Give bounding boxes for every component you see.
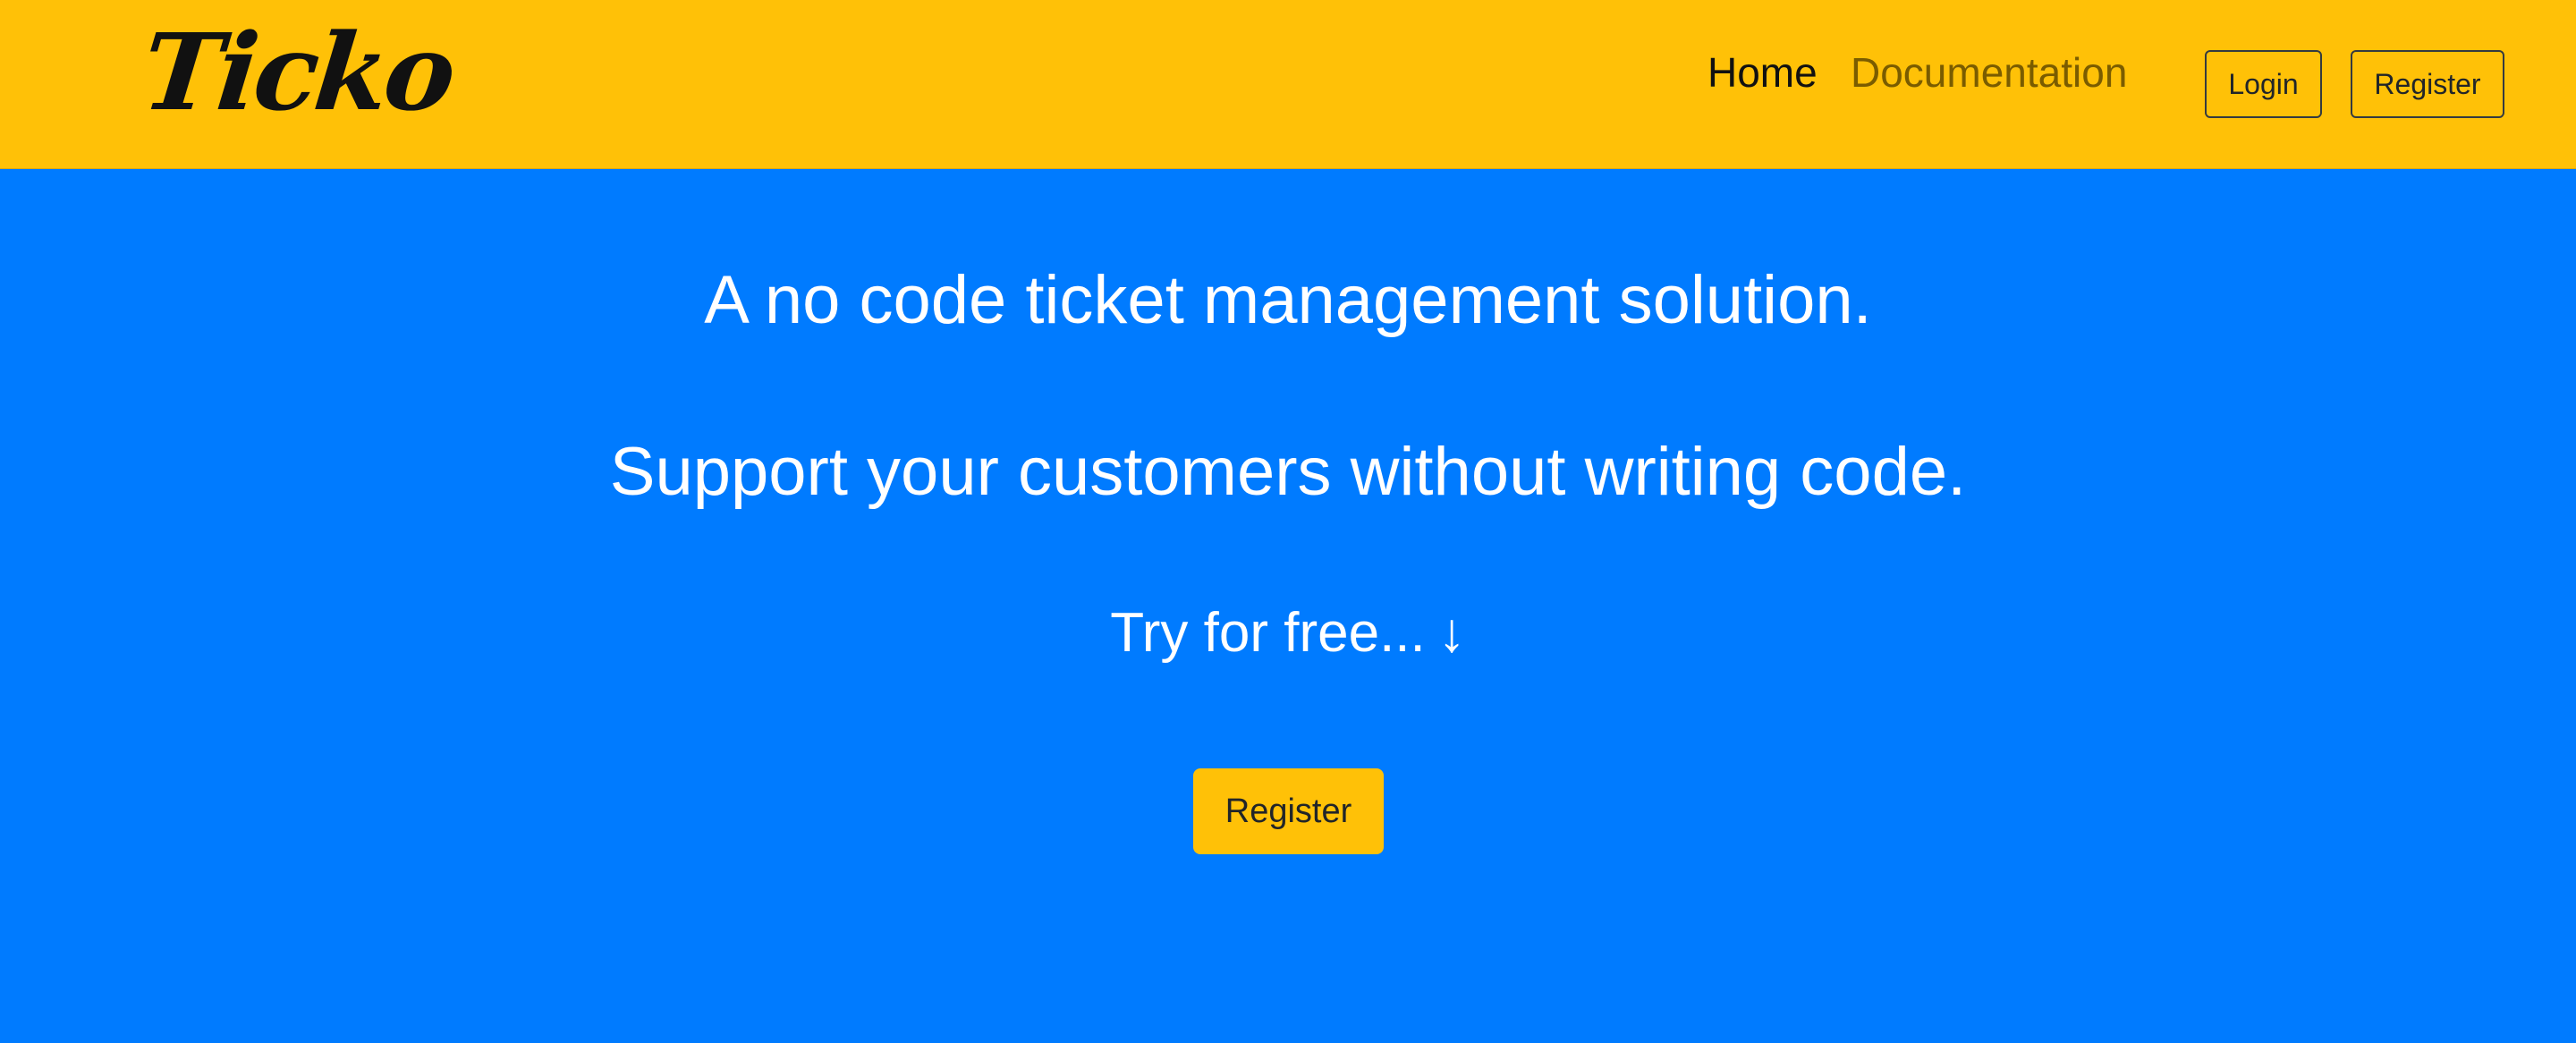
arrow-down-icon: ↓ — [1437, 602, 1466, 664]
navbar: Ticko Home Documentation Login Register — [0, 0, 2576, 169]
register-button-hero[interactable]: Register — [1193, 768, 1384, 854]
hero-section: A no code ticket management solution. Su… — [0, 169, 2576, 1043]
nav-link-documentation[interactable]: Documentation — [1851, 52, 2127, 93]
hero-cta-text: Try for free... ↓ — [0, 602, 2576, 664]
hero-subtitle: Support your customers without writing c… — [609, 434, 1967, 510]
hero-title: A no code ticket management solution. — [704, 262, 1872, 338]
cta-text-label: Try for free... — [1110, 602, 1426, 664]
register-button-nav[interactable]: Register — [2351, 50, 2504, 118]
brand-logo[interactable]: Ticko — [137, 10, 459, 134]
nav-link-home[interactable]: Home — [1707, 52, 1818, 93]
login-button[interactable]: Login — [2205, 50, 2322, 118]
